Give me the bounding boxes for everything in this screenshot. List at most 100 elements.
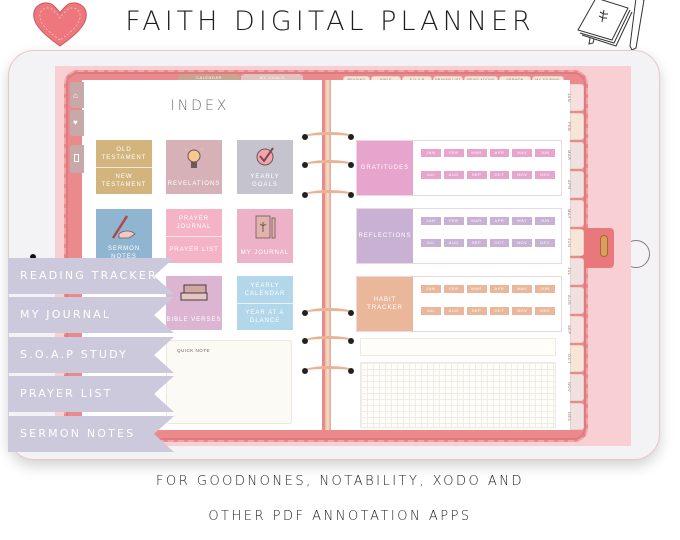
month-button-jul[interactable]: JUL <box>421 171 441 179</box>
footer-line-1: FOR GOODNONES, NOTABILITY, XODO AND <box>156 474 524 489</box>
ring-hole <box>348 368 354 374</box>
month-grid: JAN FEB MAR APR MAY JUN JUL AUG SEP OCT NOV DEC <box>421 149 555 179</box>
month-button-dec[interactable]: DEC <box>535 307 555 315</box>
ribbon-soap-study[interactable]: S.O.A.P STUDY <box>8 337 174 373</box>
tracker-gratitudes: GRATITUDES JAN FEB MAR APR MAY JUN JUL AUG SEP OC… <box>356 140 562 196</box>
ring-hole <box>348 134 354 140</box>
ribbon-prayer-list[interactable]: PRAYER LIST <box>8 376 174 412</box>
ring-hole <box>302 134 308 140</box>
ribbon-reading-tracker[interactable]: READING TRACKER <box>8 258 174 294</box>
month-button-oct[interactable]: OCT <box>489 307 510 315</box>
month-tab-aug[interactable]: AUG <box>567 287 584 314</box>
binder-ring <box>304 308 354 318</box>
month-button-sep[interactable]: SEP <box>466 171 487 179</box>
side-tab-notebook[interactable] <box>70 145 84 173</box>
month-tab-oct[interactable]: OCT <box>567 345 584 372</box>
stacked-books-icon <box>180 284 208 301</box>
ring-hole <box>302 310 308 316</box>
lightbulb-icon <box>184 145 204 168</box>
month-tab-may[interactable]: MAY <box>567 200 584 227</box>
month-button-aug[interactable]: AUG <box>443 171 464 179</box>
notes-line-box[interactable] <box>360 338 556 356</box>
month-button-jan[interactable]: JAN <box>421 285 441 293</box>
month-button-nov[interactable]: NOV <box>512 171 533 179</box>
month-button-may[interactable]: MAY <box>512 217 533 225</box>
tile-yearly-goals[interactable]: YEARLY GOALS <box>237 140 293 194</box>
tile-testament: OLD TESTAMENT NEW TESTAMENT <box>96 140 152 194</box>
tile-prayer-list[interactable]: PRAYER LIST <box>166 236 222 263</box>
tile-revelations[interactable]: REVELATIONS <box>166 140 222 194</box>
month-tab-dec[interactable]: DEC <box>567 403 584 430</box>
ribbon-my-journal[interactable]: MY JOURNAL <box>8 297 174 333</box>
tracker-label[interactable]: HABIT TRACKER <box>357 277 413 331</box>
month-button-jun[interactable]: JUN <box>535 149 555 157</box>
tile-prayer: PRAYER JOURNAL PRAYER LIST <box>166 209 222 263</box>
month-tab-jul[interactable]: JUL <box>567 258 584 285</box>
tile-yearly-calendar[interactable]: YEARLY CALENDAR <box>237 276 293 303</box>
month-button-oct[interactable]: OCT <box>489 239 510 247</box>
quick-note-box[interactable]: QUICK NOTE <box>166 340 292 424</box>
ring-hole <box>302 162 308 168</box>
side-tab-favorites[interactable]: ♥ <box>70 110 84 136</box>
month-button-feb[interactable]: FEB <box>443 285 464 293</box>
month-tab-feb[interactable]: FEB <box>567 113 584 140</box>
tile-sermon-notes[interactable]: SERMON NOTES <box>96 209 152 263</box>
ring-hole <box>302 368 308 374</box>
month-button-sep[interactable]: SEP <box>466 239 487 247</box>
grid-notes-box[interactable] <box>360 362 556 428</box>
page-title: FAITH DIGITAL PLANNER <box>125 6 535 37</box>
month-button-jul[interactable]: JUL <box>421 239 441 247</box>
month-tab-apr[interactable]: APR <box>567 171 584 198</box>
month-button-nov[interactable]: NOV <box>512 239 533 247</box>
tile-label: YEARLY GOALS <box>250 174 280 188</box>
month-tab-jun[interactable]: JUN <box>567 229 584 256</box>
tile-bible-verses[interactable]: BIBLE VERSES <box>166 276 222 330</box>
month-button-dec[interactable]: DEC <box>535 171 555 179</box>
month-button-jun[interactable]: JUN <box>535 217 555 225</box>
month-button-mar[interactable]: MAR <box>466 285 487 293</box>
month-button-aug[interactable]: AUG <box>443 239 464 247</box>
month-button-feb[interactable]: FEB <box>443 149 464 157</box>
tracker-label[interactable]: REFLECTIONS <box>357 209 413 263</box>
tile-year-at-a-glance[interactable]: YEAR AT A GLANCE <box>237 303 293 330</box>
month-button-apr[interactable]: APR <box>489 217 510 225</box>
tile-my-journal[interactable]: MY JOURNAL <box>237 209 293 263</box>
tile-old-testament[interactable]: OLD TESTAMENT <box>96 140 152 167</box>
month-button-feb[interactable]: FEB <box>443 217 464 225</box>
month-tab-jan[interactable]: JAN <box>567 84 584 111</box>
tile-new-testament[interactable]: NEW TESTAMENT <box>96 167 152 194</box>
month-button-jun[interactable]: JUN <box>535 285 555 293</box>
notebook-icon <box>74 154 79 162</box>
month-button-apr[interactable]: APR <box>489 149 510 157</box>
month-button-may[interactable]: MAY <box>512 285 533 293</box>
binder-ring <box>304 336 354 346</box>
month-tab-nov[interactable]: NOV <box>567 374 584 401</box>
binder-ring <box>304 132 354 142</box>
month-button-may[interactable]: MAY <box>512 149 533 157</box>
month-button-jan[interactable]: JAN <box>421 149 441 157</box>
strap-snap <box>600 235 608 257</box>
journal-book-icon <box>255 215 276 239</box>
month-button-aug[interactable]: AUG <box>443 307 464 315</box>
index-title: INDEX <box>170 98 230 114</box>
tracker-habit: HABIT TRACKER JAN FEB MAR APR MAY JUN JUL AUG SE… <box>356 276 562 332</box>
side-tab-home[interactable]: ⌂ <box>70 82 84 108</box>
tile-prayer-journal[interactable]: PRAYER JOURNAL <box>166 209 222 236</box>
month-button-sep[interactable]: SEP <box>466 307 487 315</box>
ribbon-sermon-notes[interactable]: SERMON NOTES <box>8 416 174 452</box>
month-button-oct[interactable]: OCT <box>489 171 510 179</box>
month-button-dec[interactable]: DEC <box>535 239 555 247</box>
checkmark-circle-icon <box>256 147 274 166</box>
month-button-mar[interactable]: MAR <box>466 217 487 225</box>
binder-ring <box>304 190 354 200</box>
month-button-jan[interactable]: JAN <box>421 217 441 225</box>
month-button-jul[interactable]: JUL <box>421 307 441 315</box>
month-button-nov[interactable]: NOV <box>512 307 533 315</box>
tracker-label[interactable]: GRATITUDES <box>357 141 413 195</box>
month-button-apr[interactable]: APR <box>489 285 510 293</box>
month-tab-mar[interactable]: MAR <box>567 142 584 169</box>
tile-label: BIBLE VERSES <box>166 317 222 323</box>
quick-note-label: QUICK NOTE <box>177 348 211 353</box>
month-button-mar[interactable]: MAR <box>466 149 487 157</box>
month-tab-sep[interactable]: SEP <box>567 316 584 343</box>
